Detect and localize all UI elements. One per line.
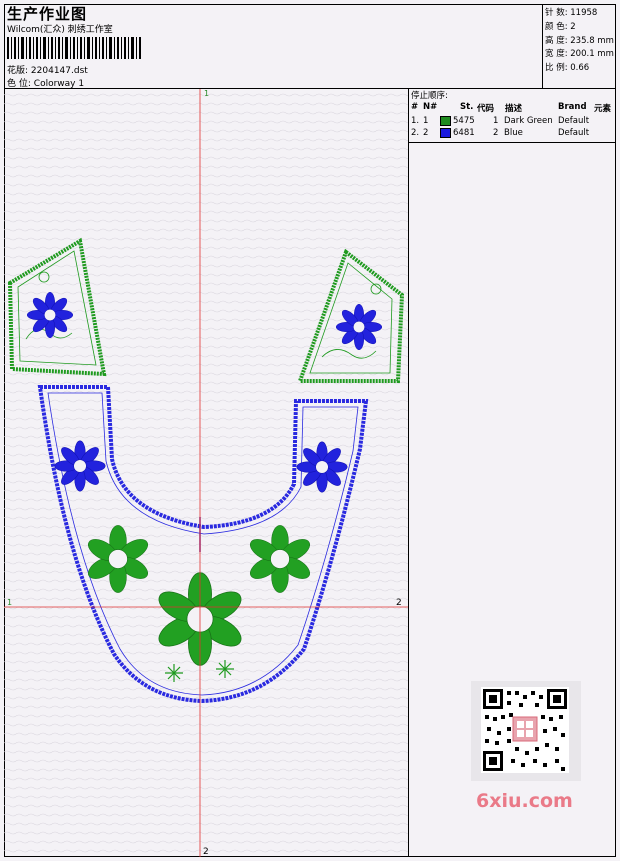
axis-label-left: 1	[7, 598, 13, 607]
blue-flower-right	[296, 441, 348, 493]
axis-label-top: 1	[204, 89, 210, 98]
row-description: Blue	[504, 128, 523, 138]
page-title: 生产作业图	[7, 5, 88, 23]
col-description: 描述	[505, 104, 523, 114]
design-label: 花版:	[7, 66, 29, 76]
studio-name: Wilcom(汇众) 刺绣工作室	[7, 25, 113, 35]
header: 生产作业图 Wilcom(汇众) 刺绣工作室 花版: 2204147.dst 色…	[4, 4, 616, 89]
col-brand: Brand	[558, 102, 587, 112]
col-element: 元素	[594, 104, 612, 114]
row-description: Dark Green	[504, 116, 553, 126]
watermark: 6xiu.com	[476, 790, 573, 812]
colorway-label: 色 位:	[7, 79, 31, 89]
table-row[interactable]: 2. 2 6481 2 Blue Default	[409, 128, 616, 140]
stop-sequence-panel: 停止顺序: # N# St. 代码 描述 Brand 元素 1. 1 5475 …	[409, 89, 616, 143]
color-swatch	[440, 128, 451, 138]
design-canvas[interactable]: 1 1 2 2	[4, 89, 409, 857]
col-stitches: St.	[460, 102, 474, 112]
row-brand: Default	[558, 116, 590, 126]
row-needle: 1	[423, 116, 429, 126]
row-stitches: 6481	[453, 128, 475, 138]
row-code: 1	[493, 116, 499, 126]
row-index: 1.	[411, 116, 420, 126]
axis-label-right: 2	[396, 598, 402, 608]
row-code: 2	[493, 128, 499, 138]
design-file-line: 花版: 2204147.dst	[7, 63, 88, 76]
table-row[interactable]: 1. 1 5475 1 Dark Green Default	[409, 116, 616, 128]
blue-flower-left	[54, 440, 106, 492]
stat-stitches: 针 数: 11958	[545, 8, 598, 18]
stop-sequence-title: 停止顺序:	[411, 91, 448, 101]
colorway-line: 色 位: Colorway 1	[7, 76, 84, 89]
stat-width: 宽 度: 200.1 mm	[545, 49, 614, 59]
stats-panel: 针 数: 11958 颜 色: 2 高 度: 235.8 mm 宽 度: 200…	[542, 4, 616, 89]
design-value: 2204147.dst	[30, 66, 88, 76]
stat-scale: 比 例: 0.66	[545, 63, 590, 73]
col-index: #	[411, 102, 419, 112]
col-needle: N#	[423, 102, 438, 112]
stat-colors: 颜 色: 2	[545, 22, 576, 32]
barcode	[7, 37, 141, 59]
row-index: 2.	[411, 128, 420, 138]
col-code: 代码	[477, 104, 495, 114]
colorway-value: Colorway 1	[33, 79, 85, 89]
axis-label-bottom: 2	[203, 847, 209, 857]
embroidery-preview	[4, 89, 408, 857]
qr-code	[471, 681, 581, 781]
stat-height: 高 度: 235.8 mm	[545, 36, 614, 46]
row-needle: 2	[423, 128, 429, 138]
row-brand: Default	[558, 128, 590, 138]
row-stitches: 5475	[453, 116, 475, 126]
color-swatch	[440, 116, 451, 126]
